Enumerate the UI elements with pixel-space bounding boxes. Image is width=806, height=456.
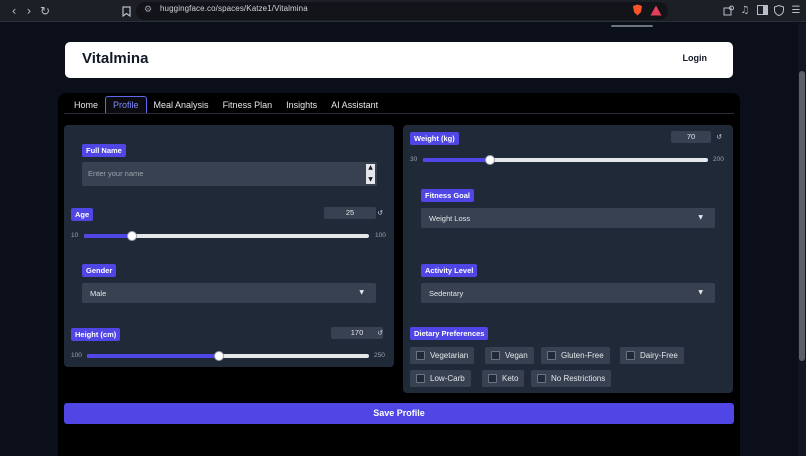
checkbox-vegetarian[interactable]: Vegetarian <box>410 347 475 364</box>
height-slider-thumb[interactable] <box>213 351 224 361</box>
app-header: Vitalmina Login <box>65 42 733 78</box>
gender-value: Male <box>90 289 107 298</box>
checkbox-keto[interactable]: Keto <box>482 370 525 387</box>
rewards-icon[interactable] <box>649 3 663 17</box>
extensions-icon[interactable] <box>721 3 735 17</box>
arrow-up-icon[interactable]: ▲ <box>368 164 373 172</box>
chevron-down-icon: ▼ <box>698 289 703 296</box>
fitness-goal-label: Fitness Goal <box>421 189 475 202</box>
weight-slider-thumb[interactable] <box>485 155 496 165</box>
tab-divider <box>64 113 734 114</box>
site-settings-icon[interactable]: ⚙ <box>144 5 152 15</box>
reload-icon[interactable]: ↻ <box>37 3 53 19</box>
brand-title: Vitalmina <box>82 50 149 67</box>
weight-reset-icon[interactable]: ↺ <box>713 131 725 143</box>
height-slider-fill <box>87 354 219 358</box>
brave-shield-icon[interactable] <box>630 3 644 17</box>
age-slider[interactable] <box>84 231 369 241</box>
profile-right-column: Weight (kg) 70 ↺ 30 200 Fitness Goal Wei… <box>403 125 733 393</box>
height-min: 100 <box>71 352 82 359</box>
gender-label: Gender <box>82 264 117 277</box>
vpn-shield-icon[interactable] <box>772 3 786 17</box>
activity-level-label: Activity Level <box>421 264 478 277</box>
tab-home[interactable]: Home <box>67 96 105 114</box>
tab-fitness-plan[interactable]: Fitness Plan <box>216 96 280 114</box>
age-slider-fill <box>84 234 132 238</box>
weight-slider-fill <box>423 158 491 162</box>
weight-min: 30 <box>410 156 418 163</box>
weight-number-input[interactable]: 70 <box>671 131 711 143</box>
sidebar-icon[interactable] <box>755 3 769 17</box>
chevron-down-icon: ▼ <box>359 289 364 296</box>
activity-level-value: Sedentary <box>429 289 464 298</box>
age-slider-thumb[interactable] <box>126 231 137 241</box>
checkbox-label: Vegan <box>505 351 528 360</box>
checkbox-box[interactable] <box>491 351 500 360</box>
music-icon[interactable]: ♫ <box>738 3 752 17</box>
tab-ai-assistant[interactable]: AI Assistant <box>324 96 385 114</box>
full-name-label: Full Name <box>82 144 126 157</box>
full-name-input[interactable]: Enter your name ▲ ▼ <box>82 162 377 186</box>
checkbox-box[interactable] <box>537 374 546 383</box>
chevron-down-icon: ▼ <box>698 214 703 221</box>
full-name-placeholder: Enter your name <box>88 169 144 178</box>
checkbox-label: No Restrictions <box>551 374 606 383</box>
checkbox-label: Gluten-Free <box>561 351 604 360</box>
fitness-goal-value: Weight Loss <box>429 214 471 223</box>
age-max: 100 <box>375 232 386 239</box>
scrollbar[interactable] <box>798 23 806 456</box>
age-min: 10 <box>71 232 79 239</box>
checkbox-box[interactable] <box>547 351 556 360</box>
textbox-scroll-arrows[interactable]: ▲ ▼ <box>366 164 375 184</box>
height-slider[interactable] <box>87 351 369 361</box>
tab-profile[interactable]: Profile <box>105 96 147 114</box>
url-text: huggingface.co/spaces/Katze1/Vitalmina <box>160 4 308 13</box>
forward-icon[interactable]: › <box>21 3 37 19</box>
tab-insights[interactable]: Insights <box>279 96 324 114</box>
login-button[interactable]: Login <box>683 53 708 63</box>
height-max: 250 <box>374 352 385 359</box>
weight-label: Weight (kg) <box>410 132 459 145</box>
back-icon[interactable]: ‹ <box>6 3 22 19</box>
weight-max: 200 <box>713 156 724 163</box>
checkbox-label: Low-Carb <box>430 374 465 383</box>
age-label: Age <box>71 208 94 221</box>
checkbox-box[interactable] <box>416 351 425 360</box>
age-number-input[interactable]: 25 <box>324 207 376 219</box>
height-label: Height (cm) <box>71 328 121 341</box>
activity-level-select[interactable]: Sedentary ▼ <box>421 283 715 303</box>
fitness-goal-select[interactable]: Weight Loss ▼ <box>421 208 715 228</box>
checkbox-no-restrictions[interactable]: No Restrictions <box>531 370 612 387</box>
menu-icon[interactable]: ☰ <box>789 3 803 17</box>
checkbox-label: Dairy-Free <box>640 351 678 360</box>
checkbox-box[interactable] <box>626 351 635 360</box>
address-bar[interactable]: ⚙ huggingface.co/spaces/Katze1/Vitalmina <box>136 2 668 20</box>
checkbox-gluten-free[interactable]: Gluten-Free <box>541 347 610 364</box>
arrow-down-icon[interactable]: ▼ <box>368 176 373 184</box>
checkbox-label: Vegetarian <box>430 351 469 360</box>
top-indicator <box>611 25 653 27</box>
browser-toolbar: ‹ › ↻ ⚙ huggingface.co/spaces/Katze1/Vit… <box>0 0 806 22</box>
checkbox-vegan[interactable]: Vegan <box>485 347 534 364</box>
gender-select[interactable]: Male ▼ <box>82 283 376 303</box>
checkbox-box[interactable] <box>488 374 497 383</box>
save-profile-button[interactable]: Save Profile <box>64 403 734 424</box>
age-reset-icon[interactable]: ↺ <box>374 207 386 219</box>
tab-bar: Home Profile Meal Analysis Fitness Plan … <box>67 96 385 114</box>
scrollbar-thumb[interactable] <box>799 71 805 361</box>
checkbox-label: Keto <box>502 374 519 383</box>
checkbox-low-carb[interactable]: Low-Carb <box>410 370 471 387</box>
tab-meal-analysis[interactable]: Meal Analysis <box>147 96 216 114</box>
weight-slider[interactable] <box>423 155 708 165</box>
dietary-preferences-label: Dietary Preferences <box>410 327 489 340</box>
bookmark-icon[interactable] <box>118 3 134 19</box>
profile-left-column: Full Name Enter your name ▲ ▼ Age 25 ↺ 10… <box>64 125 394 367</box>
checkbox-box[interactable] <box>416 374 425 383</box>
checkbox-dairy-free[interactable]: Dairy-Free <box>620 347 684 364</box>
height-reset-icon[interactable]: ↺ <box>374 327 386 339</box>
